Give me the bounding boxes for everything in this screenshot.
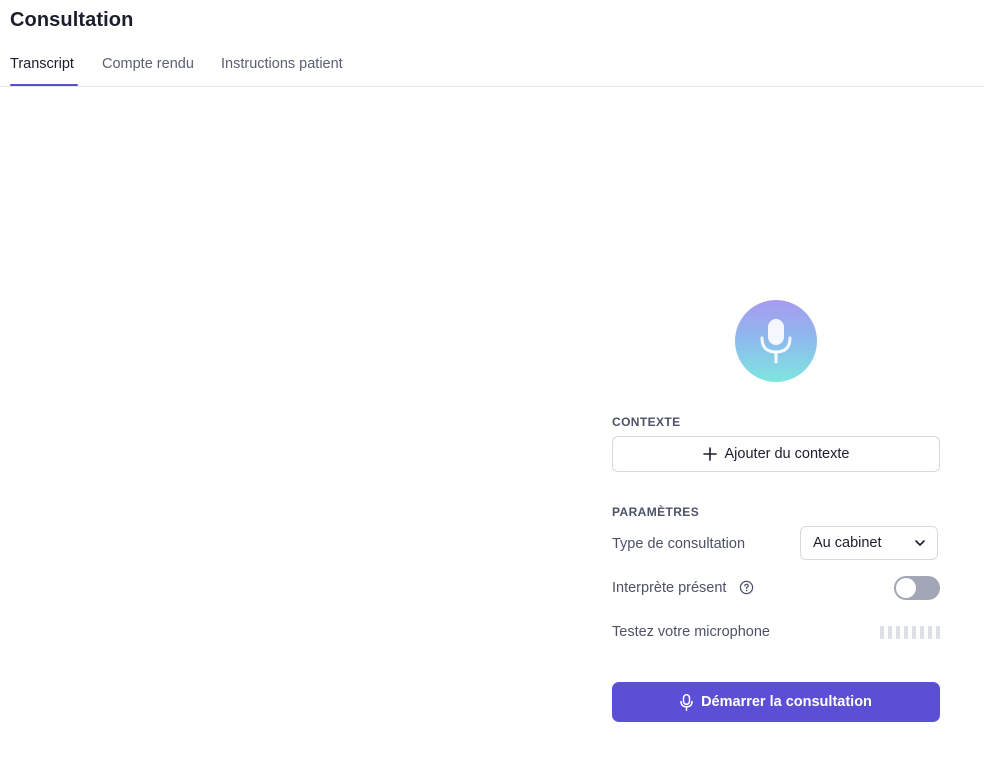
page-title: Consultation	[10, 9, 134, 31]
microphone-icon	[680, 693, 693, 711]
tab-instructions-patient[interactable]: Instructions patient	[221, 56, 343, 72]
mic-level-meter	[880, 626, 940, 639]
microphone-icon	[760, 319, 792, 364]
microphone-avatar	[735, 300, 817, 382]
tab-compte-rendu[interactable]: Compte rendu	[102, 56, 194, 72]
consultation-type-label: Type de consultation	[612, 536, 746, 552]
mic-level-bar	[896, 626, 900, 639]
toggle-knob	[896, 578, 916, 598]
tab-transcript[interactable]: Transcript	[10, 56, 74, 72]
interpreter-toggle[interactable]	[894, 576, 940, 600]
mic-level-bar	[928, 626, 932, 639]
settings-section-label: PARAMÈTRES	[612, 505, 700, 519]
consultation-page: Consultation Transcript Compte rendu Ins…	[0, 0, 984, 767]
mic-level-bar	[912, 626, 916, 639]
mic-level-bar	[880, 626, 884, 639]
mic-level-bar	[936, 626, 940, 639]
add-context-label: Ajouter du contexte	[724, 446, 850, 462]
mic-level-bar	[904, 626, 908, 639]
add-context-button[interactable]: Ajouter du contexte	[612, 436, 940, 472]
mic-test-label: Testez votre microphone	[612, 624, 770, 640]
plus-icon	[702, 447, 717, 461]
start-consultation-button[interactable]: Démarrer la consultation	[612, 682, 940, 722]
mic-level-bar	[888, 626, 892, 639]
tab-bar: Transcript Compte rendu Instructions pat…	[0, 46, 984, 87]
mic-level-bar	[920, 626, 924, 639]
consultation-type-select[interactable]: Au cabinet	[800, 526, 938, 560]
help-circle-icon[interactable]	[739, 580, 754, 595]
context-section-label: CONTEXTE	[612, 415, 681, 429]
active-tab-indicator	[10, 84, 78, 86]
consultation-type-value: Au cabinet	[813, 535, 882, 551]
start-consultation-label: Démarrer la consultation	[701, 694, 872, 710]
interpreter-label: Interprète présent	[612, 580, 727, 596]
chevron-down-icon	[915, 540, 925, 546]
